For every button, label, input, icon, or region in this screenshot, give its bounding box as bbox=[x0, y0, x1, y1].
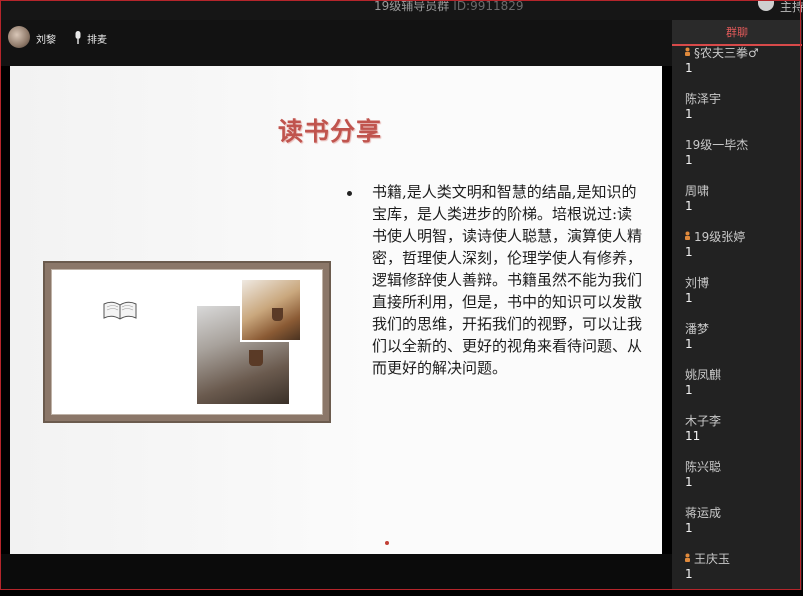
window-border bbox=[0, 0, 801, 590]
